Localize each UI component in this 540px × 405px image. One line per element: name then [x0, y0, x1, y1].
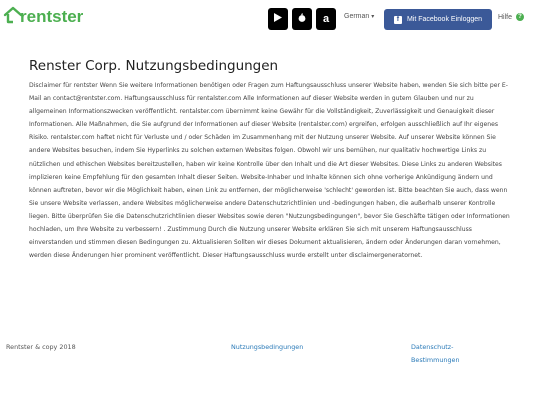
amazon-icon: a — [322, 12, 330, 25]
facebook-login-label: Mit Facebook Einloggen — [406, 16, 483, 23]
facebook-icon: f — [393, 15, 402, 24]
apple-icon — [298, 13, 306, 25]
caret-down-icon: ▾ — [371, 14, 375, 20]
language-label: German — [344, 13, 370, 20]
footer-copyright: Rentster & copy 2018 — [6, 343, 76, 351]
terms-link[interactable]: Nutzungsbedingungen — [231, 343, 303, 351]
top-navbar: rentster a German ▾ f Mit Facebook Einlog… — [0, 0, 540, 38]
privacy-link[interactable]: Datenschutz-Bestimmungen — [411, 341, 481, 367]
logo[interactable]: rentster — [3, 6, 83, 28]
google-play-button[interactable] — [268, 8, 288, 30]
apple-store-button[interactable] — [292, 8, 312, 30]
disclaimer-text: Disclaimer für rentster Wenn Sie weitere… — [29, 82, 510, 260]
page-title: Renster Corp. Nutzungsbedingungen — [29, 58, 279, 74]
amazon-store-button[interactable]: a — [316, 8, 336, 30]
help-link[interactable]: Hilfe ? — [498, 13, 525, 21]
google-play-icon — [274, 13, 282, 25]
logo-text: rentster — [20, 7, 84, 26]
language-dropdown[interactable]: German ▾ — [344, 13, 374, 20]
facebook-login-button[interactable]: f Mit Facebook Einloggen — [384, 9, 492, 30]
question-circle-icon: ? — [516, 13, 525, 21]
help-label: Hilfe — [498, 13, 513, 21]
